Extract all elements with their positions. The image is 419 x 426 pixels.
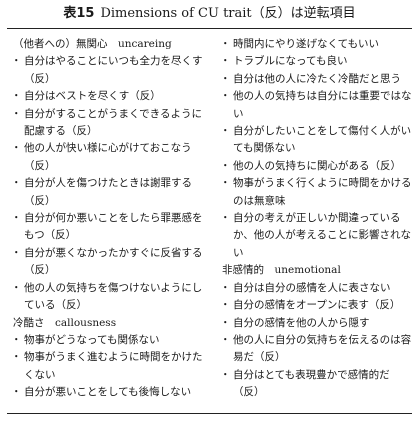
list-item: 自分が人を傷つけたときは謝罪する（反） [11,175,211,210]
table-number: 表15 [63,6,95,21]
list-item: 他の人の気持ちは自分には重要ではない [220,88,414,123]
list-item: 自分はやることにいつも全力を尽くす（反） [11,53,211,88]
list-item: 自分が悪いことをしても後悔しない [11,384,211,402]
table-caption: Dimensions of CU trait（反）は逆転項目 [100,6,356,21]
list-item: 物事がうまく行くように時間をかけるのは無意味 [220,175,414,210]
list-item: 自分がすることがうまくできるように配慮する（反） [11,106,211,141]
list-item: 自分は自分の感情を人に表さない [220,280,414,298]
list-item: 物事がどうなっても関係ない [11,332,211,350]
left-column: （他者への）無関心 uncareing 自分はやることにいつも全力を尽くす（反）… [11,36,211,402]
right-column: 時間内にやり遂げなくてもいい トラブルになっても良い 自分は他の人に冷たく冷酷だ… [220,36,414,402]
list-item: 自分が何か悪いことをしたら罪悪感をもつ（反） [11,210,211,245]
list-item: 自分が悪くなかったかすぐに反省する（反） [11,245,211,280]
list-item: 自分の考えが正しいか間違っているか、他の人が考えることに影響されない [220,210,414,262]
table-title: 表15 Dimensions of CU trait（反）は逆転項目 [0,6,419,22]
list-item: 物事がうまく進むように時間をかけたくない [11,349,211,384]
list-item: 自分の感情をオープンに表す（反） [220,297,414,315]
list-item: 自分は他の人に冷たく冷酷だと思う [220,71,414,89]
category-heading-uncaring: （他者への）無関心 uncareing [13,38,172,50]
list-item: 自分はとても表現豊かで感情的だ（反） [220,367,414,402]
list-item: 自分はベストを尽くす（反） [11,88,211,106]
top-rule [7,28,412,29]
list-item: 時間内にやり遂げなくてもいい [220,36,414,54]
list-item: 他の人の気持ちを傷つけないようにしている（反） [11,280,211,315]
list-item: 他の人の気持ちに関心がある（反） [220,158,414,176]
category-heading-unemotional: 非感情的 unemotional [222,264,341,277]
list-item: 他の人に自分の気持ちを伝えるのは容易だ（反） [220,332,414,367]
category-heading-callousness: 冷酷さ callousness [13,316,117,329]
list-item: 自分の感情を他の人から隠す [220,315,414,333]
list-item: トラブルになっても良い [220,53,414,71]
list-item: 他の人が快い様に心がけておこなう（反） [11,140,211,175]
bottom-rule [7,413,412,414]
list-item: 自分がしたいことをして傷付く人がいても関係ない [220,123,414,158]
